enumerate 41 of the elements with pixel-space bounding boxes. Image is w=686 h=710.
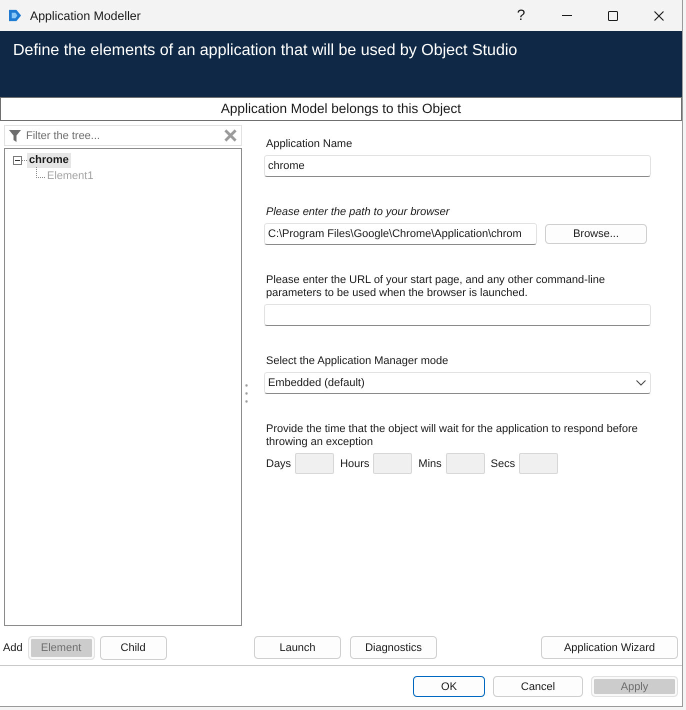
field-label: Select the Application Manager mode <box>265 355 450 368</box>
time-input[interactable] <box>373 453 412 474</box>
app-logo-icon <box>9 9 22 22</box>
banner-heading: Define the elements of an application that will be used by Object Studio <box>13 42 518 59</box>
window-title: Application Modeller <box>30 8 141 22</box>
add-label: Add <box>3 642 23 654</box>
ok-button[interactable]: OK <box>413 676 485 697</box>
launch-button[interactable]: Launch <box>254 636 341 659</box>
cancel-button[interactable]: Cancel <box>493 676 583 697</box>
filter-icon <box>9 130 21 142</box>
text-input[interactable] <box>264 304 651 326</box>
browse-button[interactable]: Browse... <box>545 224 647 244</box>
minimize-icon <box>562 15 572 16</box>
time-unit-label: Days <box>265 458 292 470</box>
time-input[interactable] <box>295 453 334 474</box>
field-label: Provide the time that the object will wait for the application to respond before throwing an exception <box>265 423 639 449</box>
mode-dropdown[interactable]: Embedded (default) <box>264 372 651 394</box>
tree-item[interactable]: chrome <box>27 152 71 168</box>
model-owner-label: Application Model belongs to this Object <box>0 97 682 121</box>
time-input[interactable] <box>446 453 485 474</box>
time-unit-label: Hours <box>339 458 370 470</box>
tree-filter-field[interactable]: Filter the tree... <box>4 125 242 146</box>
time-input[interactable] <box>519 453 558 474</box>
diagnostics-button[interactable]: Diagnostics <box>350 636 437 659</box>
clear-icon[interactable] <box>224 129 237 142</box>
field-label: Please enter the URL of your start page, and any other command-line parameters to be used when the browser is launched. <box>265 274 606 300</box>
close-icon <box>654 10 664 20</box>
splitter-grip-icon[interactable] <box>245 384 248 402</box>
collapse-icon[interactable] <box>13 156 22 164</box>
wizard-button[interactable]: Application Wizard <box>541 636 678 659</box>
path-input[interactable]: C:\Program Files\Google\Chrome\Application\chrom <box>264 223 537 245</box>
time-unit-label: Mins <box>417 458 442 470</box>
add-child-button[interactable]: Child <box>100 636 167 660</box>
time-unit-label: Secs <box>490 458 516 470</box>
help-button[interactable]: ? <box>498 0 544 31</box>
maximize-icon <box>608 10 618 20</box>
chevron-down-icon <box>636 380 646 386</box>
field-label: Application Name <box>265 138 354 151</box>
tree-connector <box>36 166 45 178</box>
text-input[interactable]: chrome <box>264 155 651 177</box>
field-label: Please enter the path to your browser <box>265 206 451 219</box>
